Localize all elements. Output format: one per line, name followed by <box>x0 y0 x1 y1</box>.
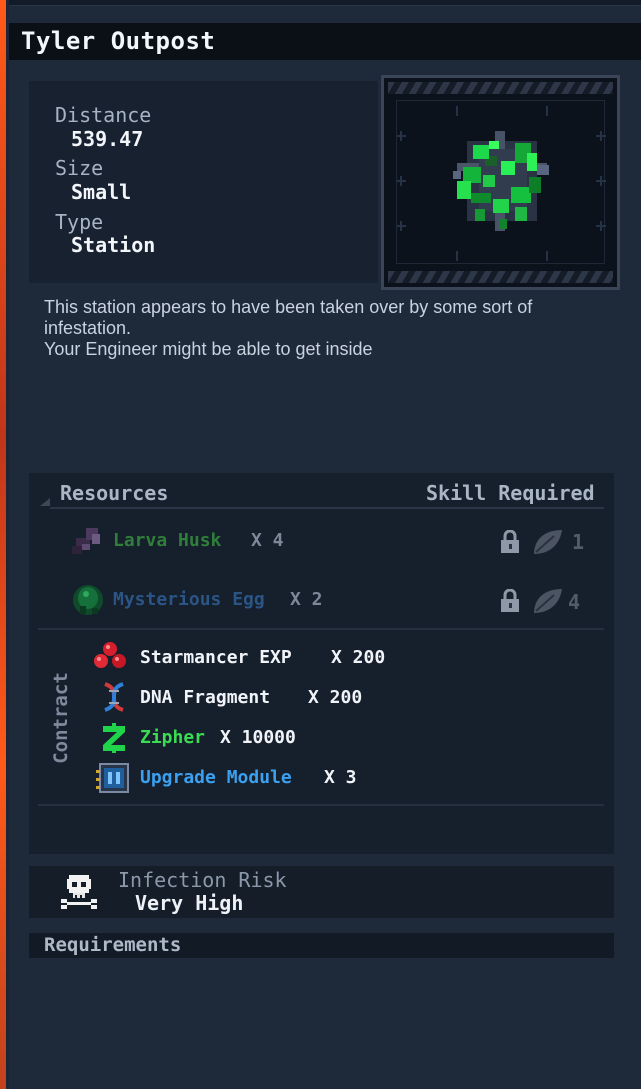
larva-husk-icon <box>72 528 100 554</box>
dna-icon <box>104 682 124 712</box>
resource-name: Larva Husk <box>113 530 222 551</box>
description-line: infestation. <box>44 318 132 338</box>
location-title: Tyler Outpost <box>21 27 216 55</box>
resource-quantity: X 4 <box>251 530 284 551</box>
lock-icon <box>501 530 519 553</box>
contract-item-name: DNA Fragment <box>140 687 271 708</box>
skill-level: 1 <box>572 530 585 554</box>
infection-risk-label: Infection Risk <box>118 868 287 892</box>
zipher-z-icon <box>103 723 125 753</box>
preview-top-stripe <box>388 82 613 94</box>
skill-level: 4 <box>568 590 581 614</box>
header-divider <box>50 507 604 509</box>
infection-risk-panel <box>29 866 614 918</box>
distance-label: Distance <box>55 103 152 127</box>
skull-crossbones-icon <box>61 875 97 909</box>
contract-item-quantity: X 200 <box>308 687 363 708</box>
infection-risk-value: Very High <box>135 891 244 915</box>
mysterious-egg-icon <box>73 585 103 615</box>
upgrade-module-icon <box>96 763 129 793</box>
contract-item-quantity: X 3 <box>324 767 357 788</box>
left-edge-accent <box>0 0 9 1089</box>
contract-item-name: Starmancer EXP <box>140 647 292 668</box>
contract-item-quantity: X 200 <box>331 647 386 668</box>
skill-leaf-icon <box>534 530 562 554</box>
type-label: Type <box>55 210 104 234</box>
station-preview <box>381 75 620 290</box>
skill-leaf-icon <box>534 589 562 613</box>
resource-quantity: X 2 <box>290 589 323 610</box>
description-line: This station appears to have been taken … <box>44 297 533 317</box>
contract-item-name: Zipher <box>140 727 206 748</box>
lock-icon <box>501 589 519 612</box>
skill-required-header: Skill Required <box>426 481 595 505</box>
size-label: Size <box>55 156 104 180</box>
preview-bottom-stripe <box>388 271 613 283</box>
red-orbs-icon <box>94 642 126 668</box>
size-value: Small <box>71 180 132 204</box>
resource-name: Mysterious Egg <box>113 589 265 610</box>
contract-label: Contract <box>50 672 72 764</box>
contract-item-quantity: X 10000 <box>220 727 296 748</box>
resources-header: Resources <box>60 481 169 505</box>
description-line: Your Engineer might be able to get insid… <box>44 339 373 359</box>
distance-value: 539.47 <box>71 127 144 151</box>
contract-item-name: Upgrade Module <box>140 767 292 788</box>
requirements-label: Requirements <box>44 934 182 956</box>
location-description: This station appears to have been taken … <box>44 297 604 360</box>
infested-station-icon <box>397 106 606 261</box>
preview-frame <box>396 100 606 264</box>
type-value: Station <box>71 233 156 257</box>
